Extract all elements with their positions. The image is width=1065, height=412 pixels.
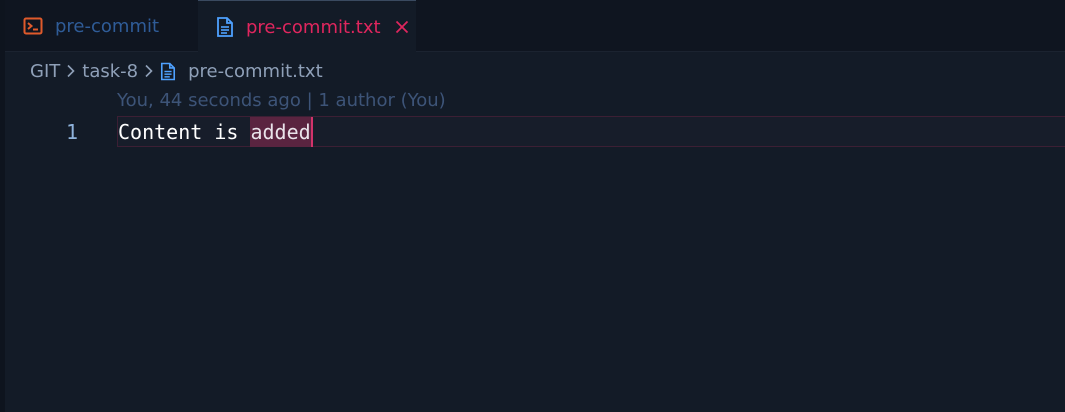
breadcrumb-file[interactable]: pre-commit.txt <box>188 61 323 82</box>
tab-label: pre-commit <box>55 15 160 37</box>
git-blame-annotation[interactable]: You, 44 seconds ago | 1 author (You) <box>117 90 446 111</box>
breadcrumb: GIT task-8 pre-commit.txt <box>30 58 323 84</box>
tab-bar: pre-commit pre-commit.txt <box>5 0 1065 53</box>
activity-bar-edge <box>0 0 5 412</box>
selected-text: added <box>250 117 313 147</box>
chevron-right-icon <box>144 64 154 78</box>
code-line[interactable]: Content is added <box>118 117 313 147</box>
tab-pre-commit-txt[interactable]: pre-commit.txt <box>198 0 416 53</box>
chevron-right-icon <box>66 64 76 78</box>
breadcrumb-git[interactable]: GIT <box>30 61 60 82</box>
code-text: Content is <box>118 120 251 144</box>
close-icon[interactable] <box>393 18 411 36</box>
breadcrumb-task-8[interactable]: task-8 <box>82 61 138 82</box>
tab-pre-commit[interactable]: pre-commit <box>18 0 198 52</box>
terminal-icon <box>23 16 43 36</box>
line-number: 1 <box>65 120 78 144</box>
editor-window: pre-commit pre-commit.txt GIT task-8 pre… <box>0 0 1065 412</box>
file-icon <box>216 17 234 37</box>
file-icon <box>160 62 176 81</box>
tab-label: pre-commit.txt <box>246 16 381 38</box>
